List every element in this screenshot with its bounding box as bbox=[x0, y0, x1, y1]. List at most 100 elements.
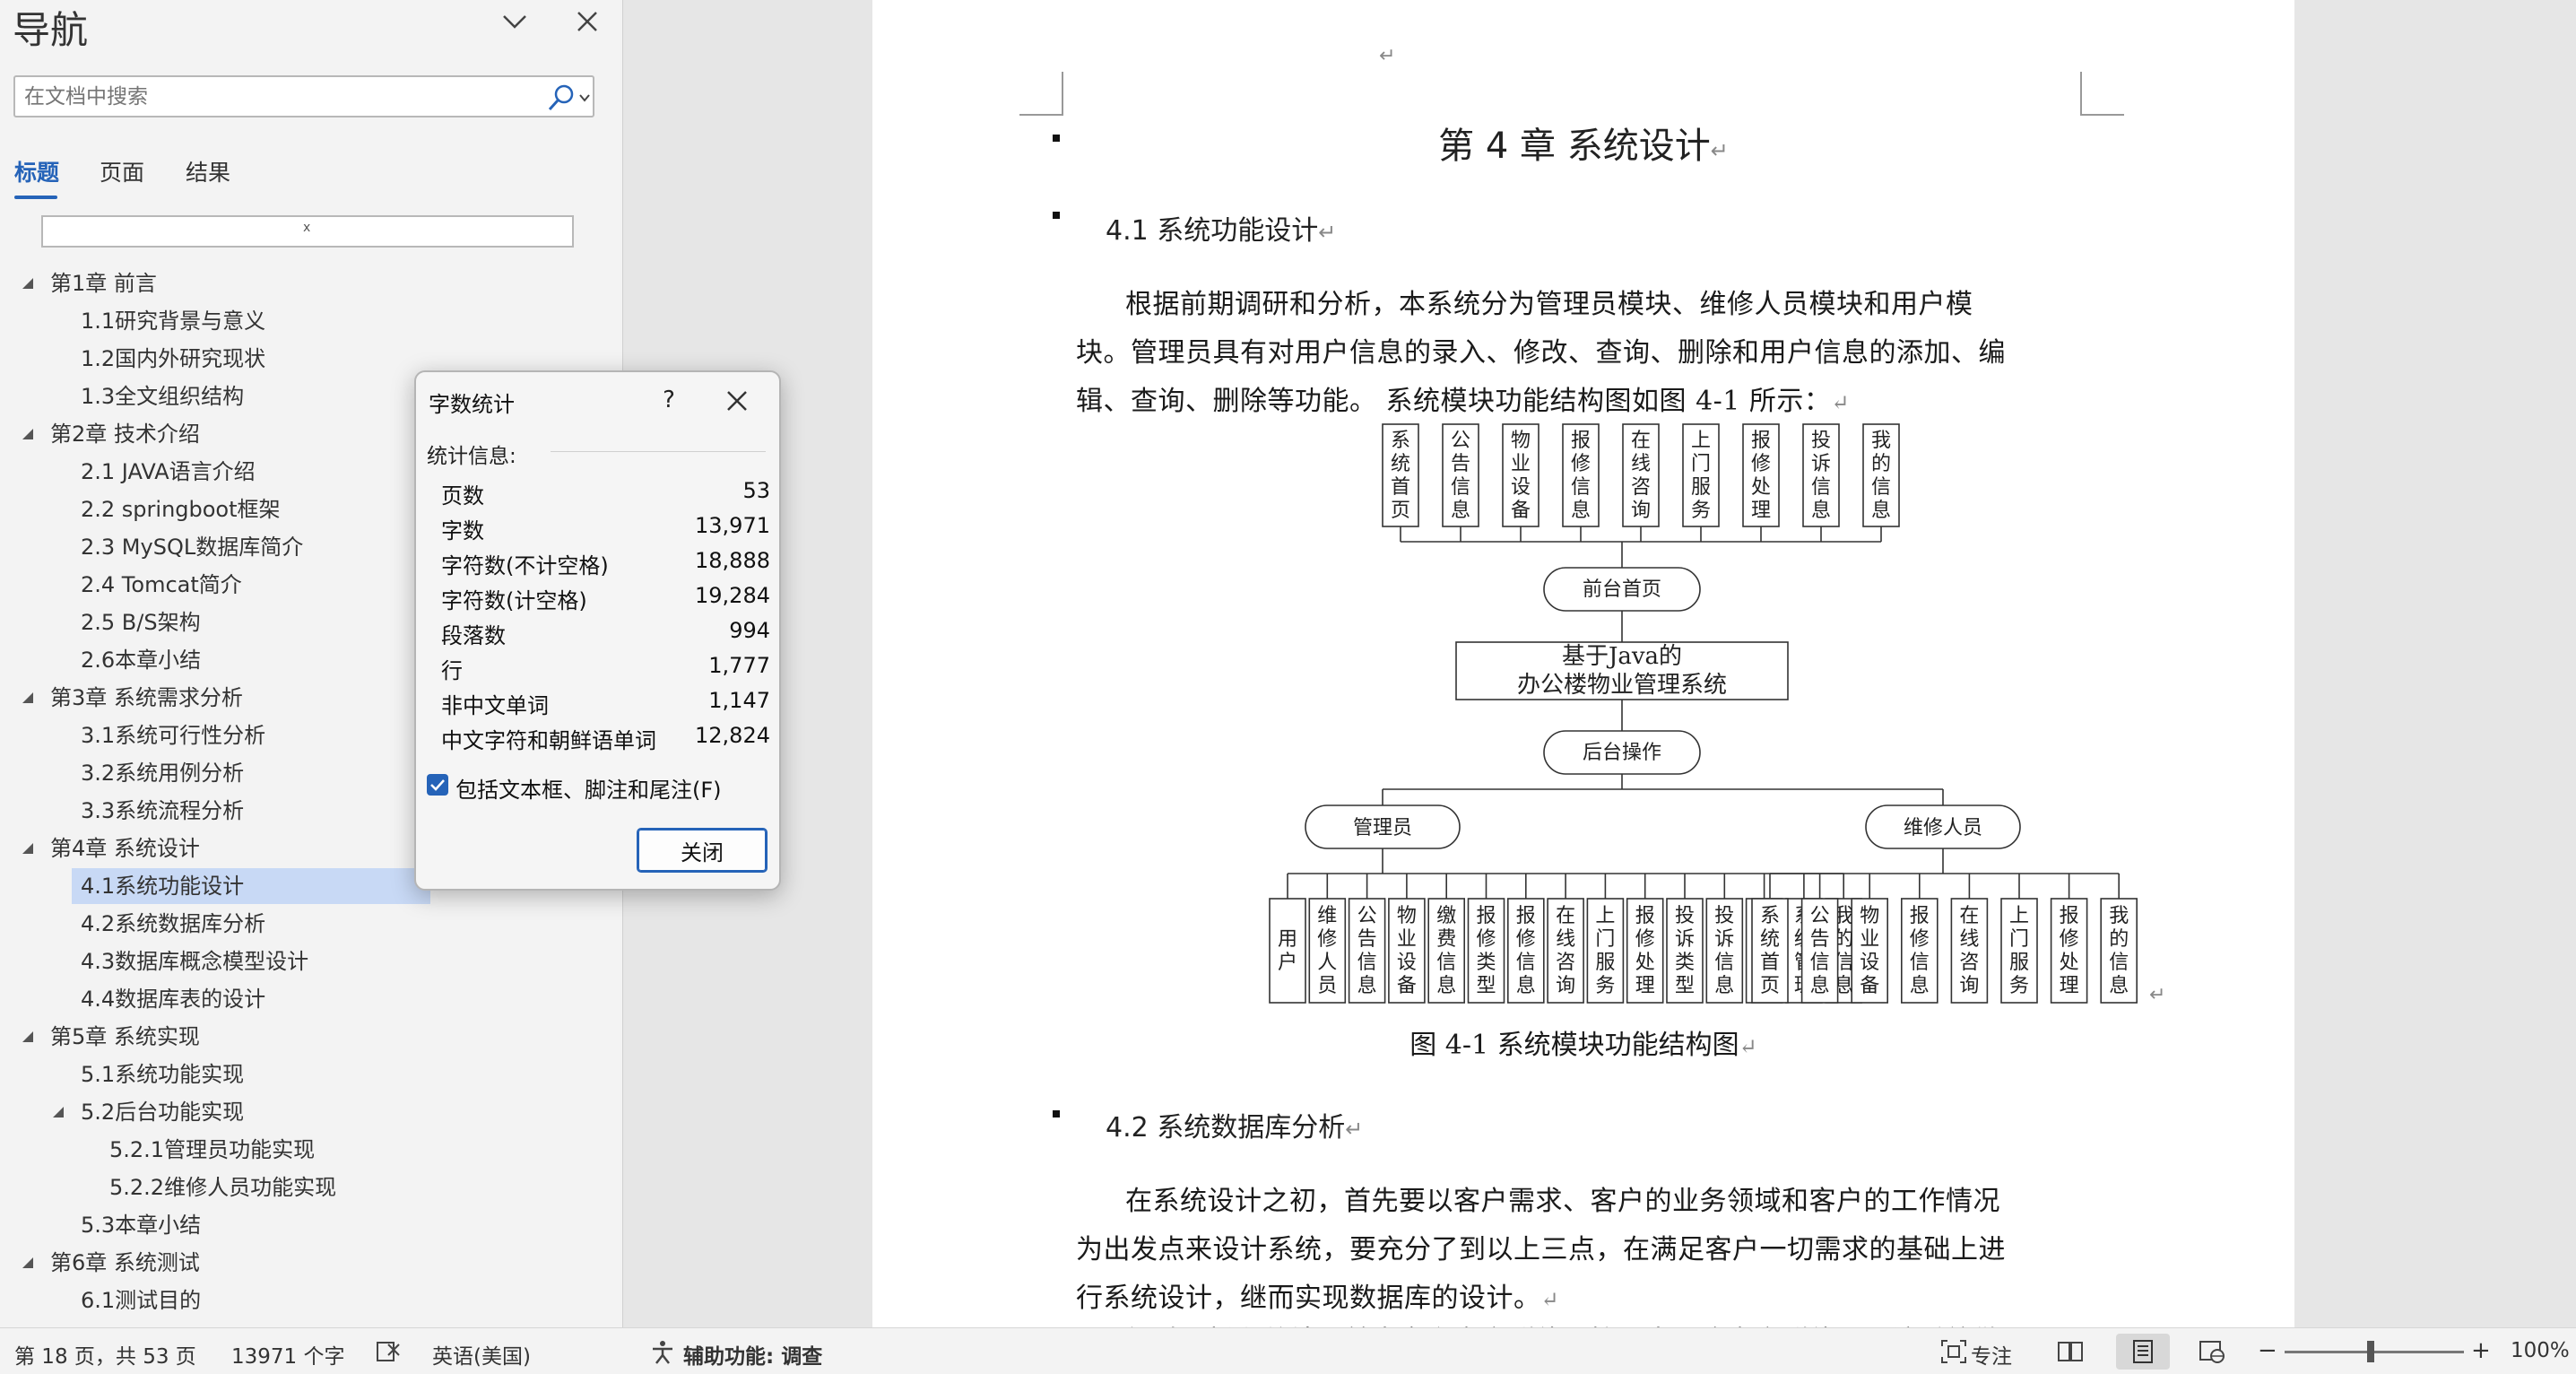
focus-mode-label[interactable]: 专注 bbox=[1971, 1339, 2012, 1370]
top-module-box-char: 息 bbox=[1871, 500, 1891, 522]
accessibility-status[interactable]: 辅助功能: 调查 bbox=[683, 1339, 822, 1370]
collapse-arrow-icon[interactable] bbox=[22, 842, 34, 855]
repair-module-box-char: 报 bbox=[1910, 905, 1930, 927]
nav-collapse-bar[interactable]: ⅹ bbox=[41, 215, 574, 248]
repair-module-box-char: 息 bbox=[2109, 975, 2129, 997]
repair-module-box-char: 系 bbox=[1760, 905, 1780, 927]
page-indicator[interactable]: 第 18 页，共 53 页 bbox=[14, 1339, 196, 1370]
nav-heading-item[interactable]: 5.1系统功能实现 bbox=[81, 1057, 244, 1092]
collapse-arrow-icon[interactable] bbox=[22, 428, 34, 440]
language-indicator[interactable]: 英语(美国) bbox=[432, 1339, 531, 1370]
zoom-in-button[interactable]: + bbox=[2471, 1337, 2491, 1364]
collapse-arrow-icon[interactable] bbox=[22, 277, 34, 290]
close-icon[interactable] bbox=[571, 5, 603, 38]
repair-module-box-char: 上 bbox=[2009, 905, 2029, 927]
nav-heading-item[interactable]: 第2章 技术介绍 bbox=[50, 416, 200, 452]
collapse-arrow-icon[interactable] bbox=[52, 1106, 65, 1118]
top-module-box-char: 询 bbox=[1631, 500, 1651, 522]
admin-module-box-char: 投 bbox=[1675, 905, 1695, 927]
stat-label: 页数 bbox=[441, 483, 484, 509]
nav-heading-item[interactable]: 5.2后台功能实现 bbox=[81, 1094, 244, 1130]
admin-module-box-char: 询 bbox=[1556, 975, 1575, 997]
nav-heading-item[interactable]: 4.3数据库概念模型设计 bbox=[81, 944, 308, 979]
proofing-icon[interactable] bbox=[375, 1339, 402, 1364]
nav-heading-item[interactable]: 3.1系统可行性分析 bbox=[81, 717, 265, 753]
body-line-partial: 经过分析和总结，首先定义客户群体，接下来明确客户群体要用该系统做 bbox=[1125, 1318, 2000, 1327]
search-input[interactable] bbox=[24, 82, 535, 112]
nav-heading-item[interactable]: 2.2 springboot框架 bbox=[81, 491, 281, 527]
zoom-slider-track[interactable] bbox=[2285, 1351, 2464, 1353]
nav-heading-item[interactable]: 2.6本章小结 bbox=[81, 642, 201, 678]
admin-module-box-char: 型 bbox=[1476, 975, 1496, 997]
nav-heading-item[interactable]: 第4章 系统设计 bbox=[50, 830, 200, 866]
nav-heading-item[interactable]: 2.4 Tomcat简介 bbox=[81, 567, 242, 603]
nav-heading-item[interactable]: 4.2系统数据库分析 bbox=[81, 906, 265, 942]
stat-value: 18,888 bbox=[695, 548, 770, 573]
collapse-arrow-icon[interactable] bbox=[22, 691, 34, 704]
zoom-slider-thumb[interactable] bbox=[2367, 1341, 2374, 1362]
admin-module-box-char: 投 bbox=[1714, 905, 1734, 927]
nav-heading-item[interactable]: 第5章 系统实现 bbox=[50, 1019, 200, 1055]
stat-value: 53 bbox=[742, 478, 770, 503]
nav-heading-item[interactable]: 5.2.1管理员功能实现 bbox=[109, 1132, 315, 1168]
chevron-down-icon[interactable] bbox=[499, 5, 531, 38]
root-node-label: 办公楼物业管理系统 bbox=[1517, 672, 1727, 699]
nav-heading-item[interactable]: 6.1测试目的 bbox=[81, 1283, 201, 1318]
admin-module-box-char: 型 bbox=[1675, 975, 1695, 997]
nav-heading-item[interactable]: 5.2.2维修人员功能实现 bbox=[109, 1170, 336, 1205]
top-module-box-char: 修 bbox=[1571, 453, 1591, 475]
close-button[interactable]: 关闭 bbox=[637, 828, 768, 873]
admin-module-box-char: 报 bbox=[1476, 905, 1496, 927]
collapse-arrow-icon[interactable] bbox=[22, 1257, 34, 1269]
nav-heading-item[interactable]: 2.1 JAVA语言介绍 bbox=[81, 454, 256, 490]
admin-module-box-char: 息 bbox=[1357, 975, 1377, 997]
web-layout-icon[interactable] bbox=[2199, 1339, 2225, 1364]
accessibility-icon[interactable] bbox=[649, 1339, 676, 1364]
nav-heading-item[interactable]: 第6章 系统测试 bbox=[50, 1245, 200, 1281]
nav-heading-item[interactable]: 4.1系统功能设计 bbox=[81, 868, 244, 904]
zoom-level[interactable]: 100% bbox=[2511, 1339, 2570, 1362]
repair-module-box-char: 修 bbox=[1910, 928, 1930, 951]
word-count-indicator[interactable]: 13971 个字 bbox=[231, 1339, 344, 1370]
search-icon[interactable] bbox=[546, 83, 577, 113]
nav-heading-item[interactable]: 4.4数据库表的设计 bbox=[81, 981, 265, 1017]
nav-heading-item[interactable]: 第1章 前言 bbox=[50, 265, 157, 301]
stat-value: 19,284 bbox=[695, 583, 770, 608]
zoom-out-button[interactable]: − bbox=[2258, 1337, 2277, 1364]
repair-module-box-char: 服 bbox=[2009, 952, 2029, 974]
document-area: ↵ 第 4 章 系统设计↵ 4.1 系统功能设计↵ 根据前期调研和分析，本系统分… bbox=[624, 0, 2576, 1327]
include-textboxes-checkbox[interactable] bbox=[427, 774, 448, 796]
section-heading-4-2: 4.2 系统数据库分析↵ bbox=[1106, 1112, 1364, 1144]
nav-heading-item[interactable]: 1.3全文组织结构 bbox=[81, 378, 244, 414]
admin-module-box-char: 息 bbox=[1436, 975, 1456, 997]
nav-heading-item[interactable]: 2.3 MySQL数据库简介 bbox=[81, 529, 303, 565]
admin-module-box-char: 诉 bbox=[1714, 928, 1734, 951]
active-tab-indicator bbox=[14, 196, 57, 199]
close-icon[interactable] bbox=[721, 385, 753, 417]
stat-label: 段落数 bbox=[441, 623, 506, 648]
read-mode-icon[interactable] bbox=[2057, 1339, 2084, 1364]
collapse-arrow-icon[interactable] bbox=[22, 1030, 34, 1043]
document-page[interactable]: ↵ 第 4 章 系统设计↵ 4.1 系统功能设计↵ 根据前期调研和分析，本系统分… bbox=[872, 0, 2294, 1327]
tab-headings[interactable]: 标题 bbox=[14, 155, 59, 187]
nav-heading-item[interactable]: 1.2国内外研究现状 bbox=[81, 341, 265, 377]
help-button[interactable]: ? bbox=[653, 385, 685, 417]
nav-heading-item[interactable]: 2.5 B/S架构 bbox=[81, 604, 201, 640]
admin-module-box-char: 信 bbox=[1436, 952, 1456, 974]
nav-heading-item[interactable]: 1.1研究背景与意义 bbox=[81, 303, 265, 339]
nav-heading-item[interactable]: 3.2系统用例分析 bbox=[81, 755, 244, 791]
nav-heading-item[interactable]: 3.3系统流程分析 bbox=[81, 793, 244, 829]
repair-module-box-char: 业 bbox=[1860, 928, 1879, 951]
nav-heading-item[interactable]: 5.3本章小结 bbox=[81, 1207, 201, 1243]
focus-mode-icon[interactable] bbox=[1940, 1339, 1967, 1364]
repair-module-box-char: 物 bbox=[1860, 905, 1879, 927]
tab-results[interactable]: 结果 bbox=[186, 155, 230, 187]
print-layout-icon[interactable] bbox=[2129, 1339, 2156, 1364]
top-module-box-char: 线 bbox=[1631, 453, 1651, 475]
nav-heading-item[interactable]: 第3章 系统需求分析 bbox=[50, 680, 243, 716]
admin-module-box-char: 类 bbox=[1675, 952, 1695, 974]
chevron-down-icon[interactable] bbox=[578, 90, 591, 106]
admin-module-box-char: 修 bbox=[1635, 928, 1655, 951]
admin-module-box-char: 在 bbox=[1556, 905, 1575, 927]
tab-pages[interactable]: 页面 bbox=[100, 155, 144, 187]
